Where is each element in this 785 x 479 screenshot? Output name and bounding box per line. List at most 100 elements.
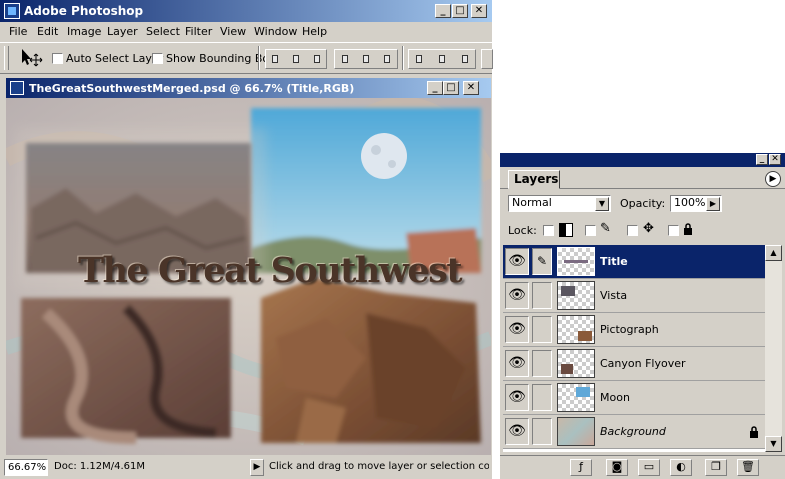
eye-icon[interactable]: 👁 [505,384,529,411]
layer-name: Background [600,425,666,438]
menu-filter[interactable]: Filter [185,25,212,38]
opacity-arrow-icon[interactable]: ▶ [706,197,720,211]
move-lock-icon: ✥ [643,221,654,236]
lock-position-checkbox[interactable] [627,225,638,236]
eye-icon[interactable]: 👁 [505,248,529,275]
layer-thumbnail [557,247,595,276]
menu-image[interactable]: Image [67,25,101,38]
toolbar-separator [258,46,260,70]
link-cell[interactable] [532,418,552,445]
new-set-icon[interactable]: ▭ [638,459,660,476]
status-bar: 66.67% Doc: 1.12M/4.61M ▶ Click and drag… [0,456,492,479]
photoshop-app-icon[interactable] [4,3,20,19]
layer-row-title[interactable]: 👁 ✎ Title [503,245,765,279]
lock-transparency-checkbox[interactable] [543,225,554,236]
eye-icon[interactable]: 👁 [505,418,529,445]
menu-bar: File Edit Image Layer Select Filter View… [0,22,492,42]
link-cell[interactable] [532,350,552,377]
chevron-down-icon[interactable]: ▼ [595,197,609,211]
link-cell[interactable] [532,316,552,343]
link-cell[interactable] [532,384,552,411]
layer-thumbnail [557,281,595,310]
lock-label: Lock: [508,224,537,237]
move-tool-icon[interactable] [18,46,44,70]
status-hint: Click and drag to move layer or selectio… [269,461,489,472]
auto-select-layer-label: Auto Select Layer [66,52,164,65]
layer-row-pictograph[interactable]: 👁 Pictograph [503,313,765,347]
minimize-button[interactable]: _ [435,4,451,18]
doc-close-button[interactable]: ✕ [463,81,479,95]
layer-row-background[interactable]: 👁 Background [503,415,765,449]
layers-palette: _ ✕ Layers ▶ Normal ▼ Opacity: 100% ▶ Lo… [500,153,785,479]
zoom-level-field[interactable]: 66.67% [4,459,48,476]
document-titlebar[interactable]: TheGreatSouthwestMerged.psd @ 66.7% (Tit… [6,78,491,98]
auto-select-layer-checkbox[interactable] [52,53,63,64]
menu-layer[interactable]: Layer [107,25,138,38]
photoshop-window: Adobe Photoshop _ □ ✕ File Edit Image La… [0,0,493,479]
layer-row-vista[interactable]: 👁 Vista [503,279,765,313]
maximize-button[interactable]: □ [452,4,468,18]
blend-mode-dropdown[interactable]: Normal ▼ [508,195,611,212]
align-center-button-group[interactable] [334,49,398,69]
blend-mode-value: Normal [512,196,552,209]
padlock-icon [749,426,759,438]
layer-thumbnail [557,315,595,344]
distribute-button-group[interactable] [408,49,476,69]
palette-footer: ƒ ◙ ▭ ◐ ❐ 🗑 [500,455,785,479]
opacity-field[interactable]: 100% ▶ [670,195,722,212]
tab-layers[interactable]: Layers [508,170,560,189]
menu-edit[interactable]: Edit [37,25,58,38]
transparency-lock-icon [559,223,573,237]
layers-list: 👁 ✎ Title 👁 Vista 👁 Pictograph 👁 Canyon … [503,245,765,452]
document-icon[interactable] [10,81,24,95]
status-menu-arrow-icon[interactable]: ▶ [250,459,264,476]
adjustment-layer-icon[interactable]: ◐ [670,459,692,476]
add-mask-icon[interactable]: ◙ [606,459,628,476]
padlock-icon [683,223,693,235]
lock-image-checkbox[interactable] [585,225,596,236]
close-button[interactable]: ✕ [471,4,487,18]
trash-icon[interactable]: 🗑 [737,459,759,476]
link-cell[interactable] [532,282,552,309]
opacity-label: Opacity: [620,197,666,210]
layer-style-icon[interactable]: ƒ [570,459,592,476]
eye-icon[interactable]: 👁 [505,316,529,343]
menu-help[interactable]: Help [302,25,327,38]
palette-menu-arrow-icon[interactable]: ▶ [765,171,781,187]
align-more-button[interactable] [481,49,493,69]
doc-maximize-button[interactable]: □ [443,81,459,95]
layer-thumbnail [557,349,595,378]
doc-minimize-button[interactable]: _ [427,81,443,95]
document-title: TheGreatSouthwestMerged.psd @ 66.7% (Tit… [29,82,355,95]
options-bar-grip[interactable] [4,46,9,70]
eye-icon[interactable]: 👁 [505,282,529,309]
align-horizontal-button-group[interactable] [265,49,327,69]
layer-row-moon[interactable]: 👁 Moon [503,381,765,415]
eye-icon[interactable]: 👁 [505,350,529,377]
app-titlebar[interactable]: Adobe Photoshop _ □ ✕ [0,0,492,22]
palette-titlebar[interactable]: _ ✕ [500,153,785,167]
layers-scrollbar[interactable]: ▲ ▼ [765,245,782,452]
lock-all-checkbox[interactable] [668,225,679,236]
menu-window[interactable]: Window [254,25,297,38]
paintbrush-icon[interactable]: ✎ [532,248,552,275]
opacity-value: 100% [674,196,706,209]
menu-select[interactable]: Select [146,25,180,38]
scroll-down-icon[interactable]: ▼ [765,436,782,452]
palette-close-button[interactable]: ✕ [769,154,781,165]
layer-thumbnail [557,417,595,446]
toolbar-separator [402,46,404,70]
document-canvas[interactable]: The Great Southwest [6,98,491,455]
layer-row-canyon-flyover[interactable]: 👁 Canyon Flyover [503,347,765,381]
new-layer-icon[interactable]: ❐ [705,459,727,476]
document-size[interactable]: Doc: 1.12M/4.61M [54,461,145,472]
scroll-up-icon[interactable]: ▲ [765,245,782,261]
menu-view[interactable]: View [220,25,246,38]
layer-name: Vista [600,289,628,302]
menu-file[interactable]: File [9,25,27,38]
layer-name: Canyon Flyover [600,357,686,370]
brush-lock-icon: ✎ [600,221,611,236]
show-bounding-box-checkbox[interactable] [152,53,163,64]
app-title: Adobe Photoshop [24,4,144,18]
palette-minimize-button[interactable]: _ [756,154,768,165]
